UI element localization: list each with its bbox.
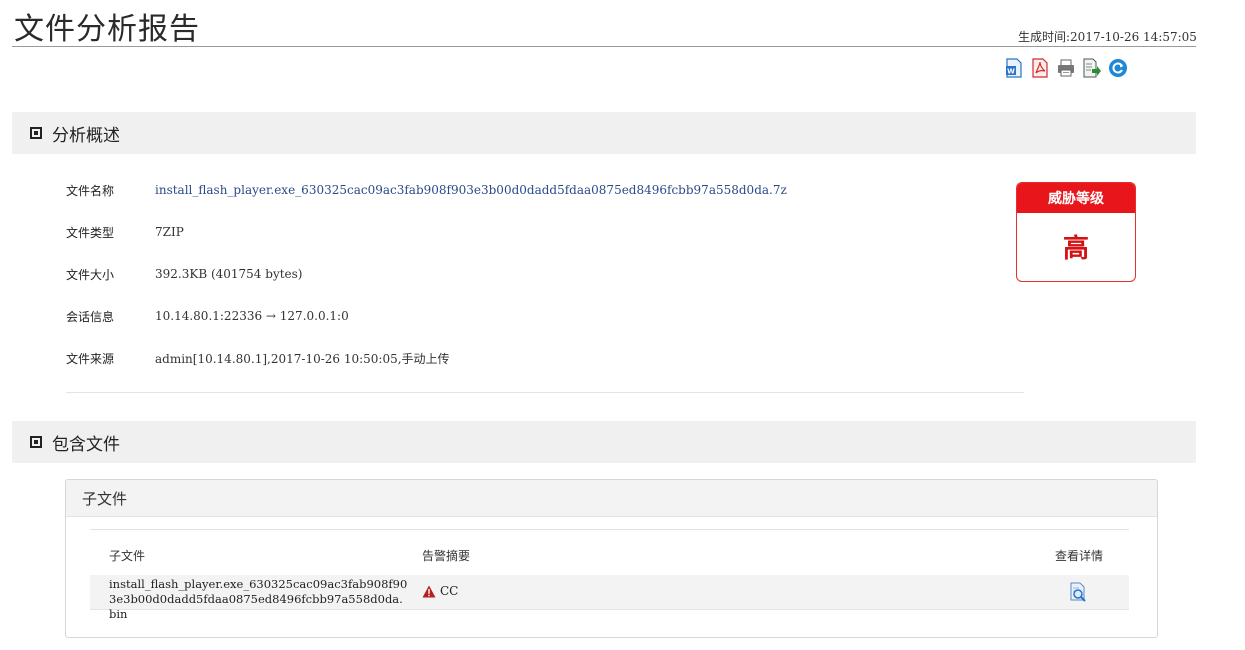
excel-export-button[interactable] xyxy=(1082,58,1102,78)
overview-divider xyxy=(66,392,1024,393)
sub-files-panel-title: 子文件 xyxy=(66,480,1157,517)
info-key: 文件来源 xyxy=(66,351,115,366)
info-key: 文件大小 xyxy=(66,267,115,282)
alarm-summary-cell: CC xyxy=(422,584,458,598)
generated-time: 生成时间:2017-10-26 14:57:05 xyxy=(1018,30,1197,44)
section-square-icon xyxy=(30,436,42,448)
word-export-button[interactable]: W xyxy=(1004,58,1024,78)
view-details-button[interactable] xyxy=(1067,581,1089,603)
contained-files-section-header: 包含文件 xyxy=(12,421,1196,463)
info-row-session: 会话信息 10.14.80.1:22336 → 127.0.0.1:0 xyxy=(66,306,349,326)
excel-export-icon xyxy=(1083,58,1101,78)
warning-icon xyxy=(422,585,436,597)
section-square-icon xyxy=(30,127,42,139)
info-value: 392.3KB (401754 bytes) xyxy=(155,267,303,281)
column-header-alarm-summary: 告警摘要 xyxy=(422,549,471,563)
info-value: 7ZIP xyxy=(155,225,184,239)
info-row-source: 文件来源 admin[10.14.80.1],2017-10-26 10:50:… xyxy=(66,348,450,368)
word-export-icon: W xyxy=(1006,58,1022,78)
info-key: 文件类型 xyxy=(66,225,115,240)
pdf-export-icon xyxy=(1032,58,1048,78)
svg-text:W: W xyxy=(1007,68,1015,76)
refresh-button[interactable] xyxy=(1108,58,1128,78)
threat-level-label: 威胁等级 xyxy=(1017,183,1135,213)
info-row-file-name: 文件名称 install_flash_player.exe_630325cac0… xyxy=(66,180,787,200)
info-value: 10.14.80.1:22336 → 127.0.0.1:0 xyxy=(155,309,349,323)
info-row-file-type: 文件类型 7ZIP xyxy=(66,222,184,242)
file-name-link[interactable]: install_flash_player.exe_630325cac09ac3f… xyxy=(155,183,787,197)
export-toolbar: W xyxy=(1004,58,1128,78)
print-icon xyxy=(1058,59,1074,77)
info-value: admin[10.14.80.1],2017-10-26 10:50:05,手动… xyxy=(155,351,450,366)
column-header-sub-file: 子文件 xyxy=(109,549,146,563)
alarm-summary-text: CC xyxy=(440,584,459,598)
threat-level-value: 高 xyxy=(1062,233,1089,264)
threat-level-card: 威胁等级 高 xyxy=(1016,182,1136,282)
info-key: 文件名称 xyxy=(66,183,115,198)
panel-divider xyxy=(90,529,1129,530)
sub-file-name: install_flash_player.exe_630325cac09ac3f… xyxy=(109,577,408,621)
column-header-view-details: 查看详情 xyxy=(1055,549,1104,563)
info-key: 会话信息 xyxy=(66,309,115,324)
overview-section-title: 分析概述 xyxy=(52,125,120,146)
view-details-icon xyxy=(1070,582,1086,602)
page-title: 文件分析报告 xyxy=(14,12,200,47)
info-row-file-size: 文件大小 392.3KB (401754 bytes) xyxy=(66,264,302,284)
pdf-export-button[interactable] xyxy=(1030,58,1050,78)
refresh-icon xyxy=(1109,59,1127,77)
sub-files-panel: 子文件 子文件 告警摘要 查看详情 install_flash_player.e… xyxy=(65,479,1158,638)
title-divider xyxy=(12,46,1196,47)
print-button[interactable] xyxy=(1056,58,1076,78)
overview-section-header: 分析概述 xyxy=(12,112,1196,154)
contained-files-section-title: 包含文件 xyxy=(52,434,120,455)
